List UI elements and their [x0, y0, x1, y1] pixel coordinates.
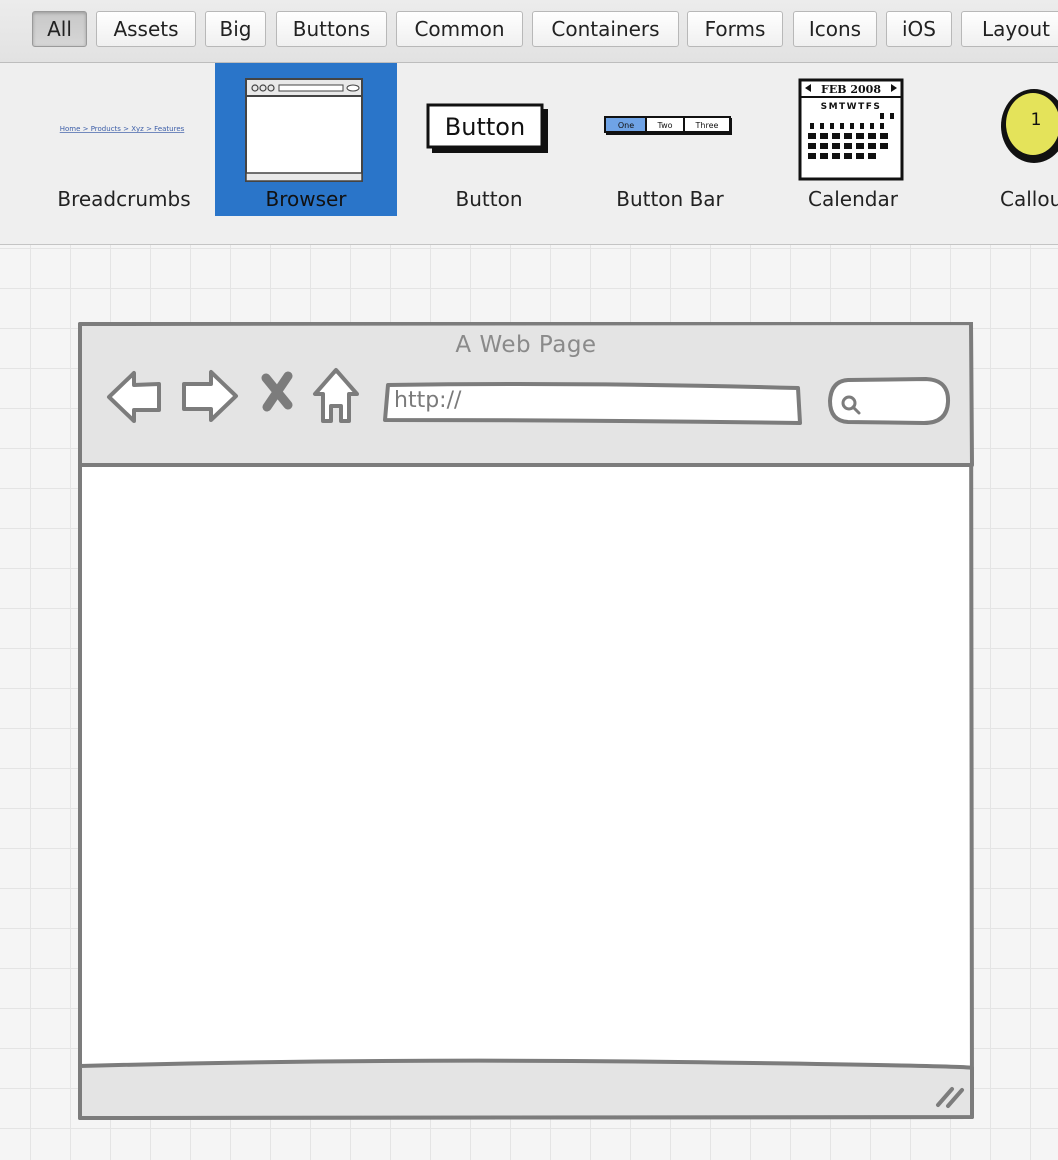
- button-thumb-text: Button: [445, 113, 525, 141]
- callout-thumbnail: 1: [1001, 89, 1058, 163]
- tab-layout[interactable]: Layout: [961, 11, 1058, 47]
- browser-thumbnail: [245, 78, 363, 182]
- button-bar-thumbnail: One Two Three: [604, 116, 732, 135]
- breadcrumbs-thumbnail: Home > Products > Xyz > Features: [60, 125, 185, 133]
- gallery-label-calendar: Calendar: [808, 187, 898, 211]
- gallery-item-calendar[interactable]: FEB 2008 SMTWTFS Calendar: [762, 63, 944, 216]
- calendar-thumb-days: SMTWTFS: [821, 102, 882, 112]
- button-bar-thumb-three: Three: [695, 121, 719, 130]
- tab-ios[interactable]: iOS: [886, 11, 952, 47]
- gallery-label-browser: Browser: [265, 187, 347, 211]
- gallery-item-browser[interactable]: Browser: [215, 63, 397, 216]
- gallery-label-button-bar: Button Bar: [616, 187, 724, 211]
- app-window: All Assets Big Buttons Common Containers…: [0, 0, 1058, 1160]
- component-gallery: Home > Products > Xyz > Features Breadcr…: [0, 63, 1058, 245]
- button-bar-thumb-two: Two: [657, 121, 673, 130]
- tab-buttons[interactable]: Buttons: [276, 11, 387, 47]
- gallery-item-breadcrumbs[interactable]: Home > Products > Xyz > Features Breadcr…: [34, 63, 214, 216]
- browser-mockup-frame: [78, 322, 974, 1120]
- category-tab-bar: All Assets Big Buttons Common Containers…: [0, 0, 1058, 63]
- browser-mockup-title: A Web Page: [455, 332, 597, 358]
- tab-assets[interactable]: Assets: [96, 11, 196, 47]
- tab-containers[interactable]: Containers: [532, 11, 679, 47]
- calendar-thumbnail: FEB 2008 SMTWTFS: [798, 78, 904, 181]
- gallery-label-button: Button: [455, 187, 523, 211]
- tab-icons[interactable]: Icons: [793, 11, 877, 47]
- tab-forms[interactable]: Forms: [687, 11, 783, 47]
- breadcrumbs-thumb-text: Home > Products > Xyz > Features: [60, 125, 185, 133]
- tab-all[interactable]: All: [32, 11, 87, 47]
- search-field[interactable]: [827, 376, 951, 426]
- gallery-label-breadcrumbs: Breadcrumbs: [57, 187, 191, 211]
- gallery-item-callout[interactable]: 1 Callou: [946, 63, 1058, 216]
- button-thumbnail: Button: [426, 103, 548, 153]
- browser-mockup[interactable]: A Web Page http://: [78, 322, 974, 1120]
- gallery-label-callout: Callou: [1000, 187, 1058, 211]
- calendar-thumb-header: FEB 2008: [821, 83, 881, 96]
- button-bar-thumb-one: One: [618, 121, 634, 130]
- browser-mockup-url-text: http://: [394, 388, 462, 413]
- gallery-item-button[interactable]: Button Button: [398, 63, 580, 216]
- tab-common[interactable]: Common: [396, 11, 523, 47]
- tab-big[interactable]: Big: [205, 11, 266, 47]
- callout-thumb-number: 1: [1031, 110, 1042, 130]
- gallery-item-button-bar[interactable]: One Two Three Button Bar: [580, 63, 760, 216]
